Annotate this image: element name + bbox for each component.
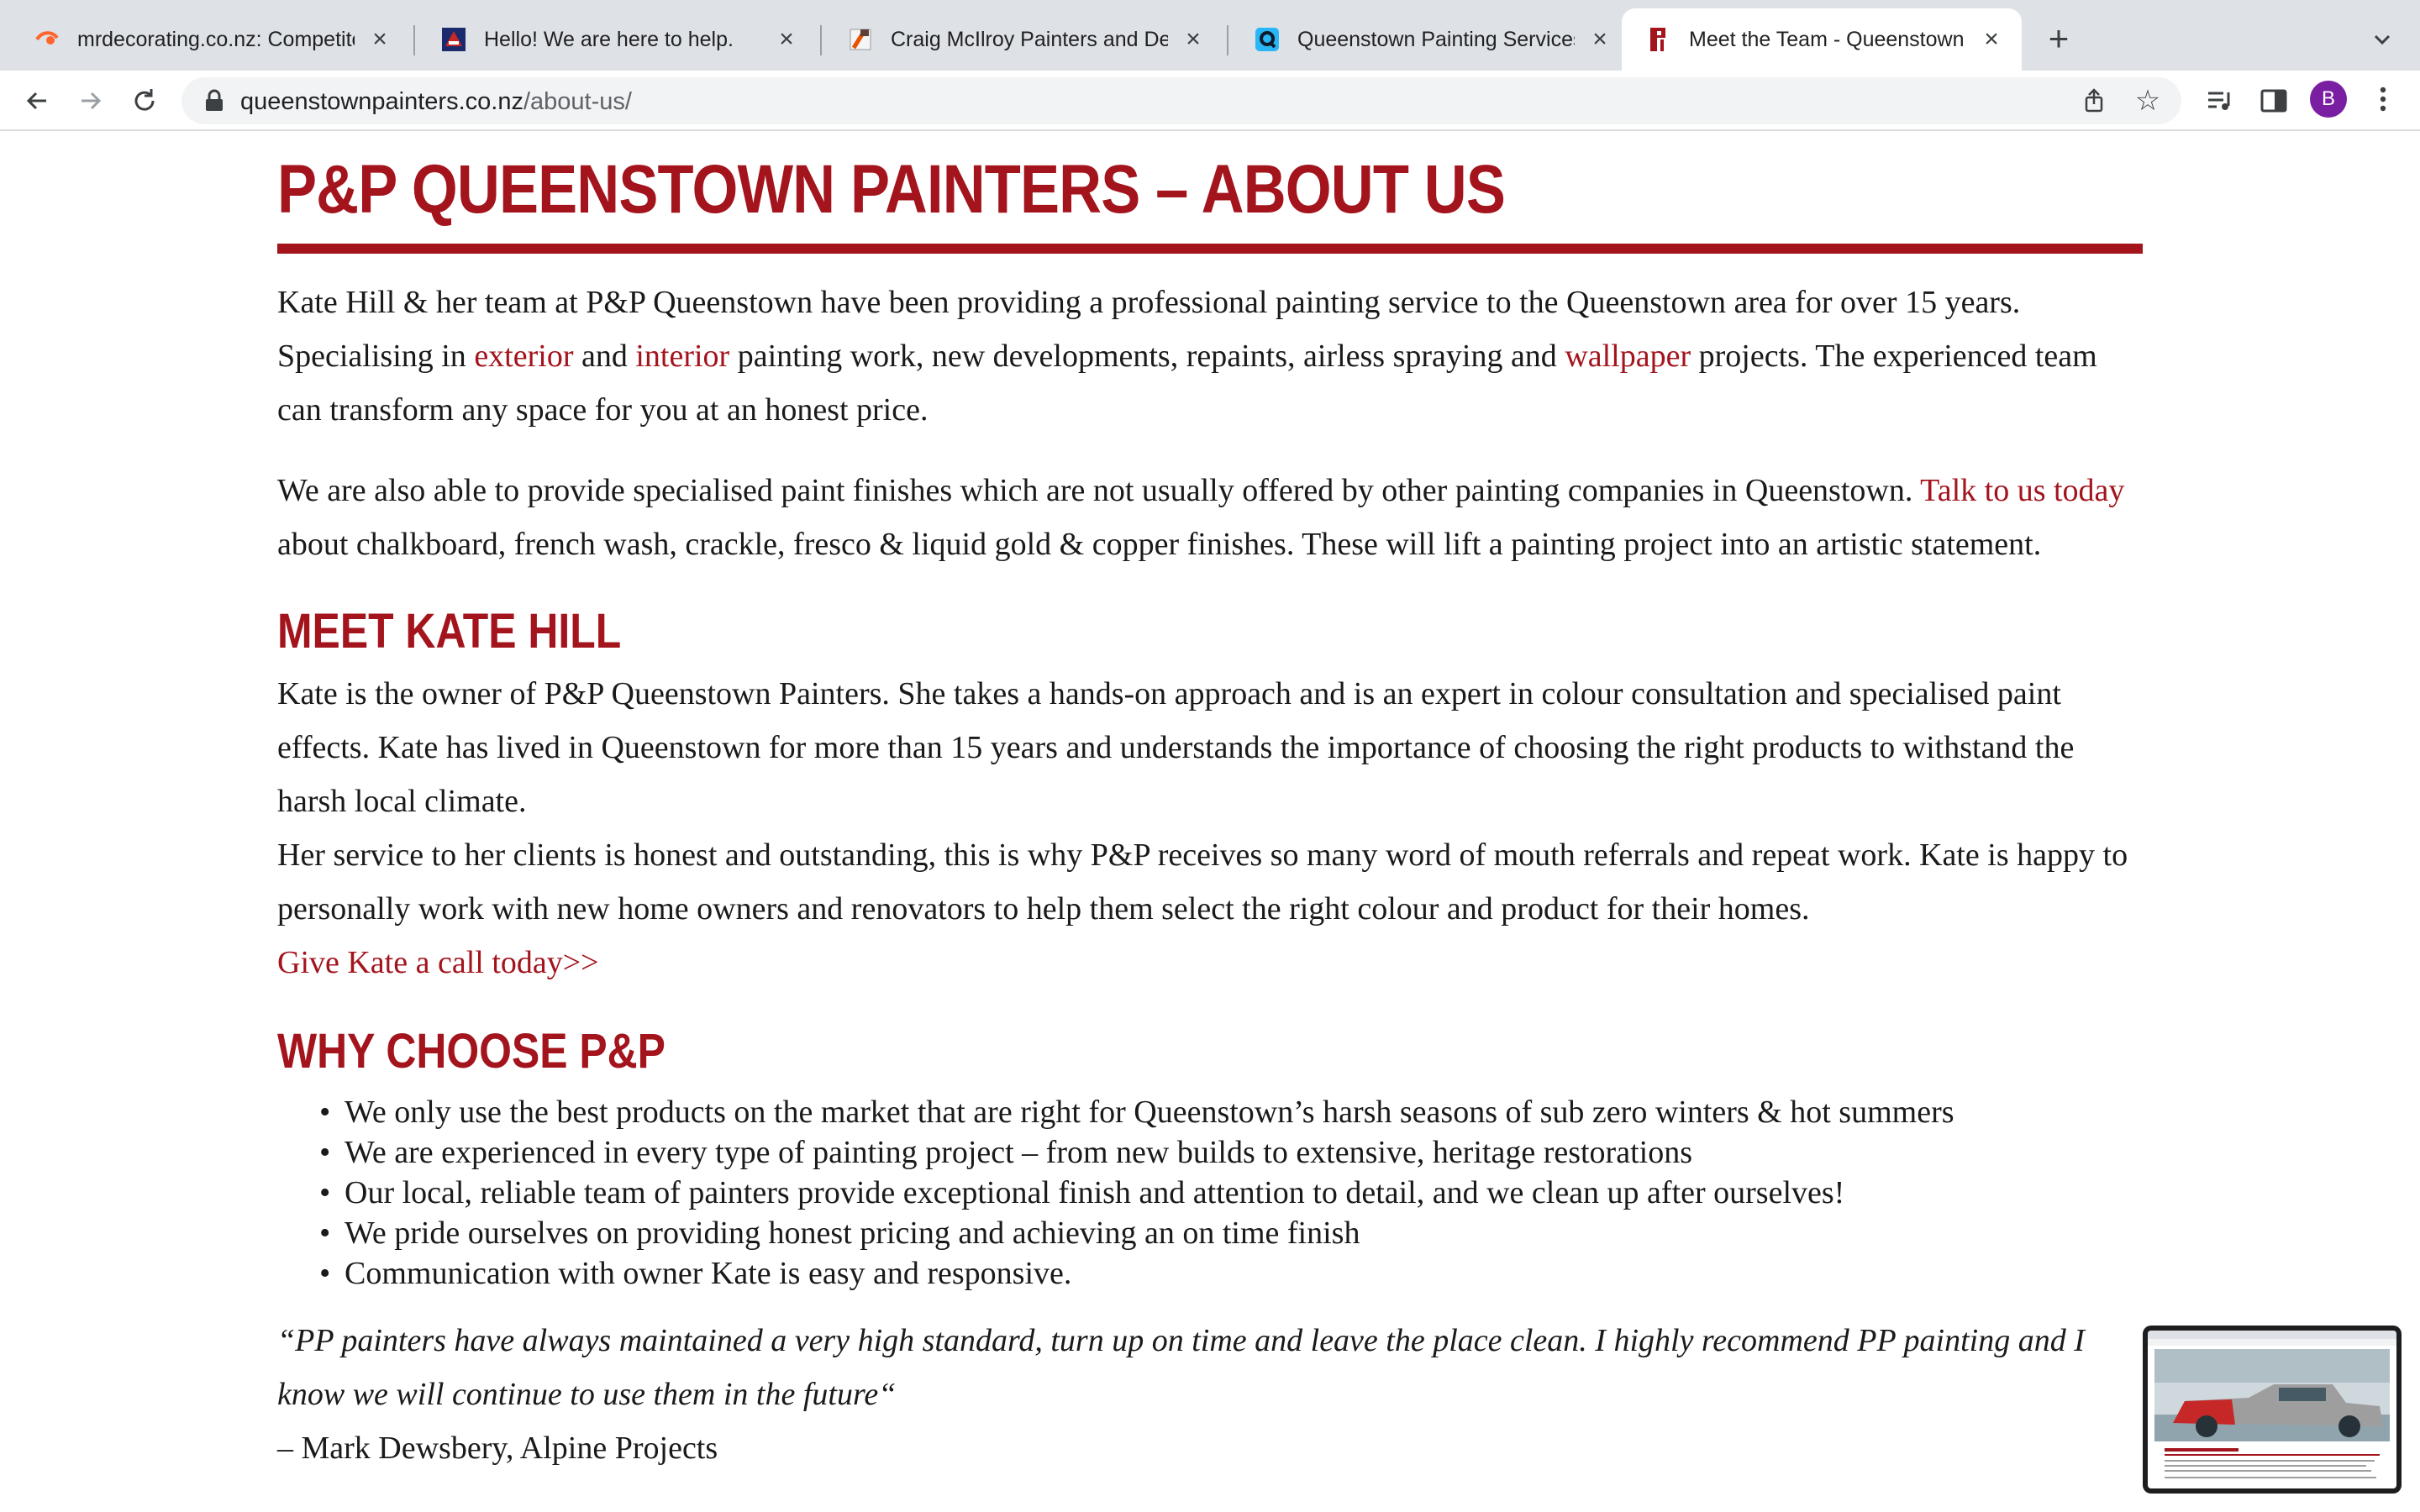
tab-title: Meet the Team - Queenstown P bbox=[1689, 27, 1966, 51]
browser-menu-icon[interactable] bbox=[2371, 84, 2395, 114]
thumbnail-preview bbox=[2148, 1331, 2396, 1488]
screenshot-thumbnail[interactable] bbox=[2143, 1326, 2402, 1494]
url-domain: queenstownpainters.co.nz bbox=[240, 88, 523, 115]
tab-title: Queenstown Painting Services bbox=[1297, 27, 1575, 51]
lock-icon[interactable] bbox=[203, 89, 225, 113]
q-logo-icon bbox=[1254, 26, 1281, 53]
list-item: We pride ourselves on providing honest p… bbox=[319, 1213, 2143, 1253]
intro-text: and bbox=[573, 339, 636, 374]
list-item: We are experienced in every type of pain… bbox=[319, 1132, 2143, 1173]
address-bar[interactable]: queenstownpainters.co.nz/about-us/ ☆ bbox=[182, 77, 2181, 124]
thumbnail-image bbox=[2148, 1331, 2396, 1478]
back-arrow-icon[interactable] bbox=[18, 82, 55, 119]
pp-logo-icon bbox=[1645, 26, 1672, 53]
close-tab-icon[interactable]: × bbox=[366, 25, 393, 53]
media-controls-icon[interactable] bbox=[2205, 86, 2235, 116]
kate-bio-paragraph: Kate is the owner of P&P Queenstown Pain… bbox=[277, 676, 2075, 819]
page-title: P&P QUEENSTOWN PAINTERS – ABOUT US bbox=[277, 151, 1506, 228]
page-content: P&P QUEENSTOWN PAINTERS – ABOUT US Kate … bbox=[277, 133, 2143, 1475]
testimonial-author: – Mark Dewsbery, Alpine Projects bbox=[277, 1431, 718, 1466]
tab-queenstown-painting[interactable]: Queenstown Painting Services × bbox=[1230, 8, 1630, 71]
intro-paragraph: Kate Hill & her team at P&P Queenstown h… bbox=[277, 276, 2143, 437]
why-choose-heading: WHY CHOOSE P&P bbox=[277, 1024, 666, 1079]
title-underline bbox=[277, 244, 2143, 254]
finishes-paragraph: We are also able to provide specialised … bbox=[277, 464, 2143, 571]
talk-to-us-link[interactable]: Talk to us today bbox=[1920, 473, 2124, 508]
tab-mrdecorating[interactable]: mrdecorating.co.nz: Competito × bbox=[10, 8, 410, 71]
tab-craig-mcilroy[interactable]: Craig McIlroy Painters and Dec × bbox=[823, 8, 1223, 71]
benefits-list: We only use the best products on the mar… bbox=[319, 1092, 2143, 1294]
wallpaper-link[interactable]: wallpaper bbox=[1565, 339, 1691, 374]
tab-separator bbox=[820, 25, 822, 55]
intro-text: painting work, new developments, repaint… bbox=[729, 339, 1565, 374]
finishes-text: about chalkboard, french wash, crackle, … bbox=[277, 527, 2042, 562]
call-kate-link[interactable]: Give Kate a call today>> bbox=[277, 945, 599, 980]
testimonial-quote: “PP painters have always maintained a ve… bbox=[277, 1323, 2085, 1412]
finishes-text: We are also able to provide specialised … bbox=[277, 473, 1921, 508]
list-item: Our local, reliable team of painters pro… bbox=[319, 1173, 2143, 1213]
close-tab-icon[interactable]: × bbox=[773, 25, 800, 53]
paint-brush-icon bbox=[847, 26, 874, 53]
url-path: /about-us/ bbox=[523, 88, 632, 115]
tab-search-chevron-icon[interactable] bbox=[2368, 25, 2396, 54]
tab-strip: mrdecorating.co.nz: Competito × Hello! W… bbox=[0, 0, 2420, 71]
tab-title: Craig McIlroy Painters and Dec bbox=[891, 27, 1168, 51]
bookmark-star-icon[interactable]: ☆ bbox=[2133, 86, 2163, 116]
tab-title: Hello! We are here to help. bbox=[484, 27, 734, 51]
forward-arrow-icon[interactable] bbox=[72, 82, 109, 119]
reload-icon[interactable] bbox=[126, 82, 163, 119]
tab-hello[interactable]: Hello! We are here to help. × bbox=[417, 8, 817, 71]
side-panel-icon[interactable] bbox=[2259, 86, 2289, 116]
exterior-link[interactable]: exterior bbox=[474, 339, 573, 374]
kate-service-paragraph: Her service to her clients is honest and… bbox=[277, 837, 2128, 927]
share-icon[interactable] bbox=[2081, 87, 2107, 114]
site-logo-icon bbox=[440, 26, 467, 53]
list-item: We only use the best products on the mar… bbox=[319, 1092, 2143, 1132]
tab-separator bbox=[1227, 25, 1228, 55]
new-tab-button[interactable]: + bbox=[2042, 21, 2075, 56]
browser-toolbar: queenstownpainters.co.nz/about-us/ ☆ bbox=[0, 71, 2420, 131]
tab-meet-the-team[interactable]: Meet the Team - Queenstown P × bbox=[1622, 8, 2022, 71]
close-tab-icon[interactable]: × bbox=[1586, 25, 1613, 53]
meet-kate-heading: MEET KATE HILL bbox=[277, 604, 622, 659]
list-item: Communication with owner Kate is easy an… bbox=[319, 1253, 2143, 1294]
interior-link[interactable]: interior bbox=[635, 339, 729, 374]
profile-avatar[interactable]: B bbox=[2310, 81, 2347, 118]
tab-separator bbox=[413, 25, 415, 55]
tab-title: mrdecorating.co.nz: Competito bbox=[77, 27, 355, 51]
semrush-icon bbox=[34, 26, 60, 53]
close-tab-icon[interactable]: × bbox=[1180, 25, 1207, 53]
url-text[interactable]: queenstownpainters.co.nz/about-us/ bbox=[240, 88, 632, 116]
close-tab-icon[interactable]: × bbox=[1978, 25, 2005, 53]
